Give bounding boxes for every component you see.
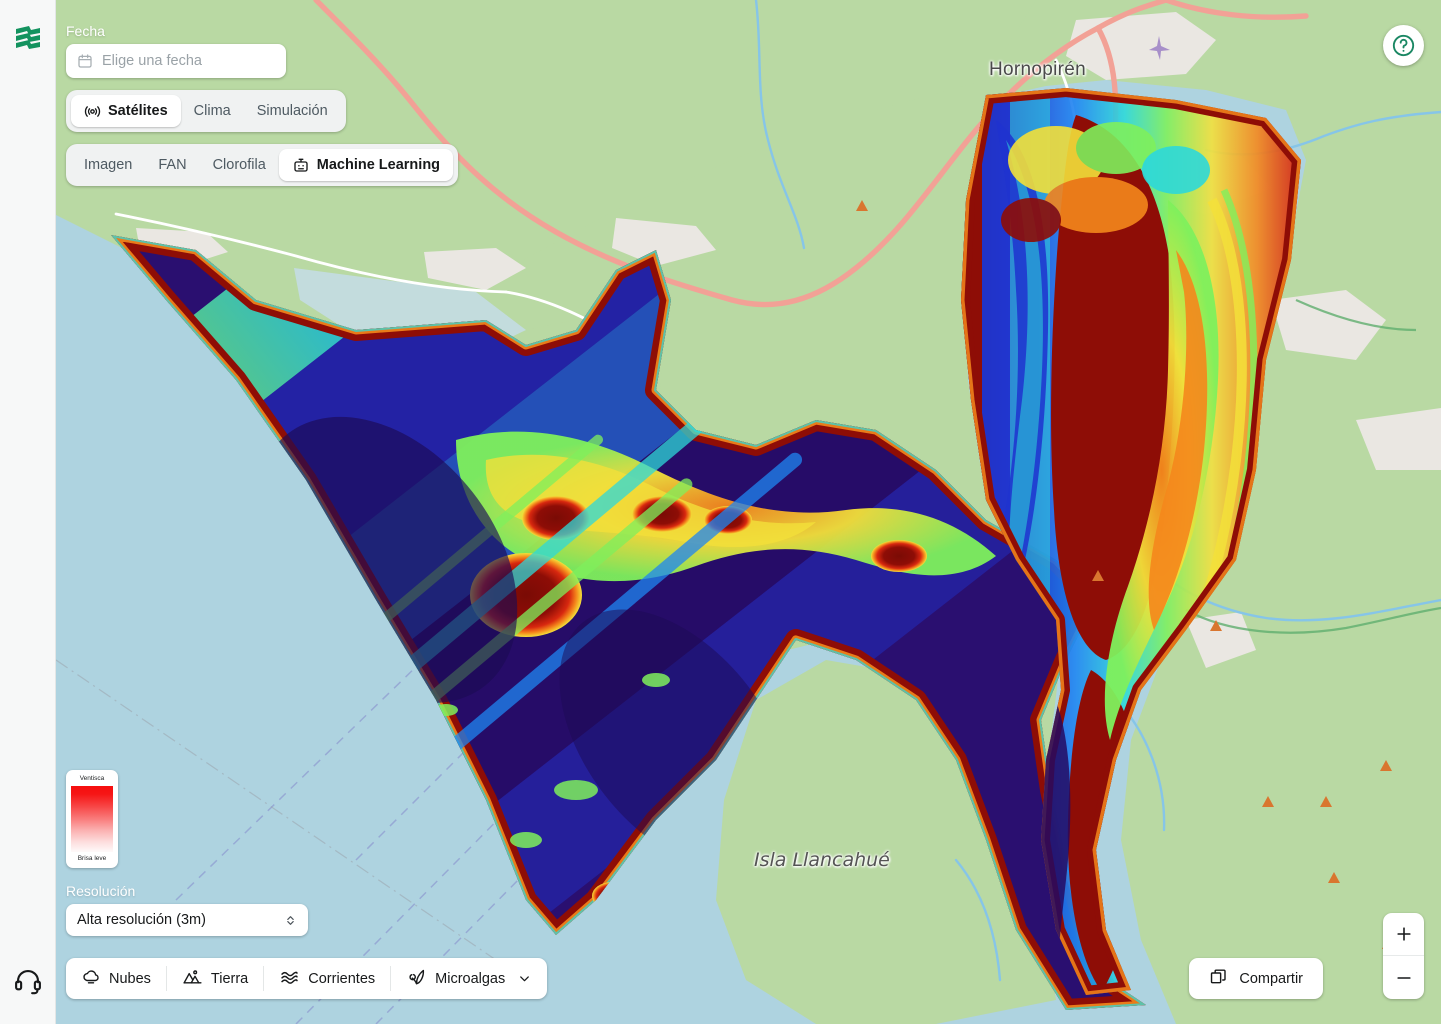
layered-waves-logo[interactable] — [11, 22, 45, 56]
layer-toggle-bar: Nubes Tierra Corrientes Microalgas — [66, 958, 548, 999]
share-label: Compartir — [1239, 970, 1303, 987]
plus-icon — [1396, 927, 1411, 941]
chevron-down-icon[interactable] — [517, 971, 532, 986]
tab-clorofila[interactable]: Clorofila — [200, 149, 279, 181]
left-sidebar — [0, 0, 56, 1024]
minus-icon — [1396, 976, 1411, 979]
tab-machine-learning-label: Machine Learning — [316, 157, 441, 173]
layer-toggle-nubes[interactable]: Nubes — [66, 966, 167, 991]
legend-bottom-label: Brisa leve — [77, 855, 107, 863]
tab-clima-label: Clima — [193, 103, 231, 119]
layer-toggle-microalgas[interactable]: Microalgas — [391, 966, 547, 991]
tab-satelites-label: Satélites — [108, 103, 168, 119]
wind-legend: Ventisca Brisa leve — [66, 770, 118, 869]
resolution-select[interactable]: Alta resolución (3m) — [66, 904, 308, 936]
calendar-icon — [78, 54, 92, 68]
cloud-icon — [81, 967, 101, 991]
sprout-icon — [406, 967, 427, 991]
tab-fan[interactable]: FAN — [145, 149, 199, 181]
satellite-signal-icon — [84, 103, 101, 120]
tab-simulacion[interactable]: Simulación — [244, 95, 341, 127]
resolution-value: Alta resolución (3m) — [77, 912, 206, 928]
chevron-updown-icon — [287, 915, 294, 925]
tab-imagen-label: Imagen — [84, 157, 133, 173]
tab-clima[interactable]: Clima — [181, 95, 244, 127]
date-input[interactable]: Elige una fecha — [66, 44, 286, 78]
tab-imagen[interactable]: Imagen — [71, 149, 145, 181]
zoom-controls — [1383, 913, 1424, 999]
tab-clorofila-label: Clorofila — [212, 157, 266, 173]
share-button[interactable]: Compartir — [1189, 958, 1323, 999]
tab-machine-learning[interactable]: Machine Learning — [278, 149, 454, 181]
product-tabs: Imagen FAN Clorofila Machine Learning — [66, 144, 459, 186]
tab-fan-label: FAN — [158, 157, 187, 173]
layer-tierra-label: Tierra — [210, 970, 249, 987]
help-button[interactable] — [1383, 25, 1424, 66]
layer-corrientes-label: Corrientes — [308, 970, 376, 987]
layer-toggle-tierra[interactable]: Tierra — [167, 966, 265, 991]
headset-icon[interactable] — [13, 966, 43, 996]
copy-icon — [1209, 967, 1228, 990]
layer-nubes-label: Nubes — [109, 970, 151, 987]
layer-toggle-corrientes[interactable]: Corrientes — [264, 966, 392, 991]
question-circle-icon — [1392, 34, 1415, 57]
tab-simulacion-label: Simulación — [256, 103, 328, 119]
date-placeholder: Elige una fecha — [102, 53, 202, 69]
zoom-in-button[interactable] — [1383, 913, 1424, 956]
legend-top-label: Ventisca — [79, 775, 105, 782]
app-root: Hornopirén Isla Llancahué Fecha Elige un… — [0, 0, 1441, 1024]
top-left-control-stack: Fecha Elige una fecha Satélites Clima Si… — [66, 23, 459, 186]
source-tabs: Satélites Clima Simulación — [66, 90, 346, 132]
zoom-out-button[interactable] — [1383, 956, 1424, 999]
date-label: Fecha — [66, 23, 105, 39]
robot-icon — [292, 156, 310, 174]
resolution-label: Resolución — [66, 883, 136, 899]
mountains-icon — [182, 967, 203, 991]
legend-gradient-bar — [71, 786, 113, 853]
tab-satelites[interactable]: Satélites — [71, 95, 181, 127]
layer-microalgas-label: Microalgas — [435, 970, 506, 987]
resolution-block: Resolución Alta resolución (3m) — [66, 884, 308, 936]
waves-icon — [279, 967, 300, 991]
